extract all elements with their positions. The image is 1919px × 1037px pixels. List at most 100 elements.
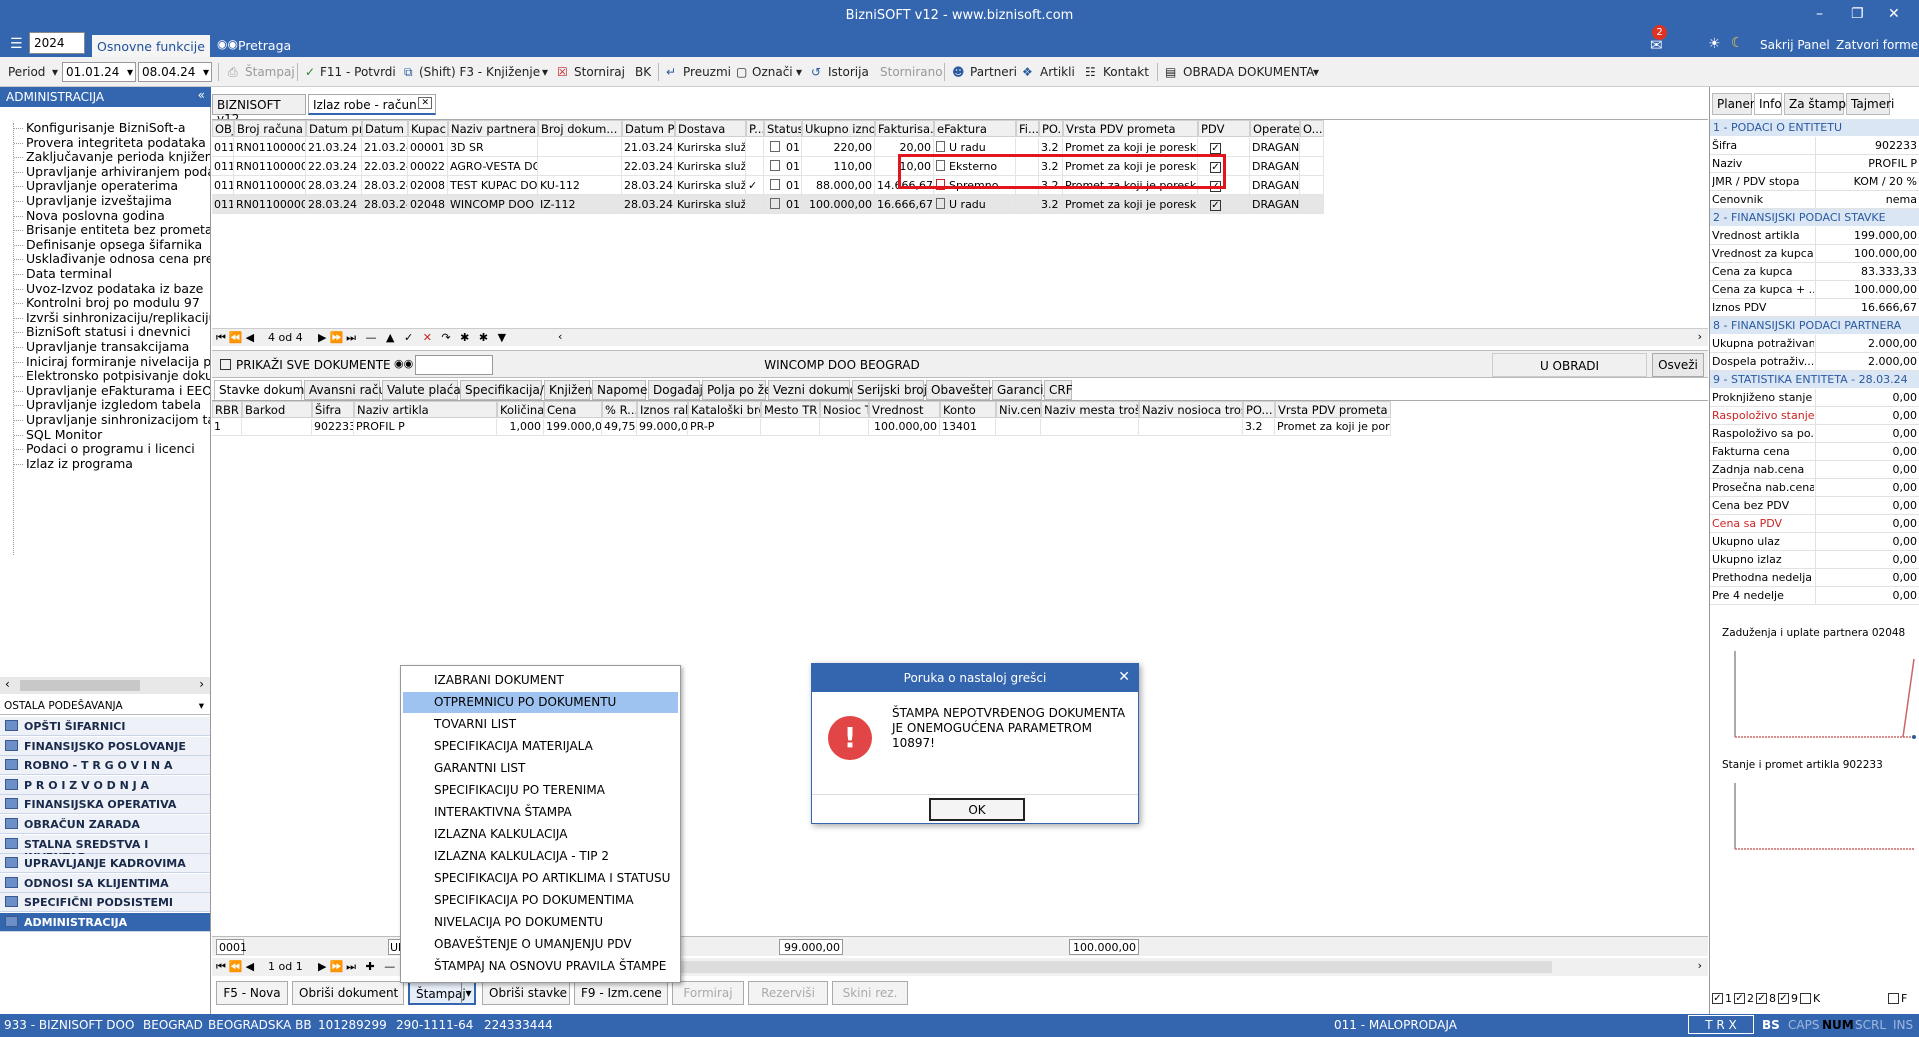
- print-menu-item[interactable]: IZLAZNA KALKULACIJA - TIP 2: [403, 846, 678, 867]
- take-button[interactable]: Preuzmi: [683, 65, 731, 79]
- chevron-down-icon[interactable]: ▾: [796, 65, 802, 79]
- bk-button[interactable]: BK: [635, 65, 651, 79]
- detail-tab[interactable]: Obaveštenja: [926, 380, 1007, 400]
- print-menu-item[interactable]: IZABRANI DOKUMENT: [403, 670, 678, 691]
- doc-cell[interactable]: [746, 195, 764, 214]
- horizontal-scrollbar[interactable]: ‹ ›: [0, 677, 210, 694]
- module-item[interactable]: FINANSIJSKO POSLOVANJE: [0, 736, 210, 756]
- detail-tab[interactable]: Serijski brojevi: [852, 380, 945, 400]
- doc-col-header[interactable]: Operater: [1250, 120, 1300, 137]
- right-tab[interactable]: Za štampu: [1784, 93, 1854, 115]
- item-col-header[interactable]: Barkod: [242, 401, 312, 418]
- module-item[interactable]: SPECIFIČNI PODSISTEMI: [0, 893, 210, 913]
- processing-menu[interactable]: OBRADA DOKUMENTA: [1183, 65, 1314, 79]
- doc-cell[interactable]: 220,00: [802, 138, 875, 157]
- doc-col-header[interactable]: Kupac: [408, 120, 448, 137]
- form-button[interactable]: Formiraj: [672, 981, 744, 1005]
- admin-menu-item[interactable]: Usklađivanje odnosa cena prema: [26, 251, 210, 266]
- panel-checkbox[interactable]: ✓: [1756, 993, 1767, 1004]
- doc-cell[interactable]: 21.03.24: [306, 138, 362, 157]
- admin-menu-item[interactable]: Brisanje entiteta bez prometa: [26, 222, 210, 237]
- chevron-down-icon[interactable]: ▾: [461, 982, 475, 1004]
- doc-cell[interactable]: [538, 138, 622, 157]
- doc-cell[interactable]: 21.03.24: [622, 138, 675, 157]
- doc-col-header[interactable]: Datum pro...: [306, 120, 362, 137]
- doc-cell[interactable]: 3D SR: [448, 138, 538, 157]
- panel-checkbox[interactable]: ✓: [1734, 993, 1745, 1004]
- doc-cell[interactable]: 28.03.24: [306, 176, 362, 195]
- doc-col-header[interactable]: O...: [1300, 120, 1324, 137]
- item-cell[interactable]: [1139, 419, 1243, 436]
- doc-cell[interactable]: 28.03.24: [622, 195, 675, 214]
- other-settings[interactable]: OSTALA PODEŠAVANJA ▾: [0, 697, 210, 715]
- new-button[interactable]: F5 - Nova: [216, 981, 288, 1005]
- item-cell[interactable]: [820, 419, 869, 436]
- item-cell[interactable]: 99.000,00: [637, 419, 688, 436]
- doc-cell[interactable]: 02008: [408, 176, 448, 195]
- panel-checkbox[interactable]: [1800, 993, 1811, 1004]
- module-item[interactable]: ODNOSI SA KLIJENTIMA: [0, 873, 210, 893]
- admin-menu-item[interactable]: Upravljanje sinhronizacijom tab: [26, 412, 210, 427]
- doc-col-header[interactable]: P...: [746, 120, 764, 137]
- sun-icon[interactable]: ☀: [1708, 36, 1721, 52]
- admin-menu-item[interactable]: Upravljanje izveštajima: [26, 193, 210, 208]
- doc-cell[interactable]: ✓: [1198, 195, 1250, 214]
- admin-menu-item[interactable]: Izlaz iz programa: [26, 456, 210, 471]
- doc-cell[interactable]: [1016, 195, 1039, 214]
- item-col-header[interactable]: Niv.cena: [996, 401, 1041, 418]
- admin-menu-item[interactable]: Definisanje opsega šifarnika: [26, 237, 210, 252]
- detail-tab[interactable]: Vezni dokumenti: [768, 380, 873, 400]
- doc-cell[interactable]: [1300, 138, 1324, 157]
- detail-tab[interactable]: Knjiženja: [544, 380, 603, 400]
- doc-col-header[interactable]: PDV: [1198, 120, 1250, 137]
- doc-cell[interactable]: 28.03.24: [362, 195, 408, 214]
- doc-cell[interactable]: [1300, 176, 1324, 195]
- detail-tab[interactable]: Napomena: [592, 380, 662, 400]
- tab-basic-functions[interactable]: Osnovne funkcije: [92, 35, 210, 57]
- module-item[interactable]: STALNA SREDSTVA I INVENTAR: [0, 834, 210, 864]
- item-col-header[interactable]: Šifra: [312, 401, 354, 418]
- item-col-header[interactable]: Vrsta PDV prometa: [1275, 401, 1391, 418]
- print-button[interactable]: Štampaj ▾: [408, 981, 476, 1005]
- chevron-down-icon[interactable]: ▾: [1313, 65, 1319, 79]
- item-cell[interactable]: PROFIL P: [354, 419, 497, 436]
- print-menu-item[interactable]: SPECIFIKACIJA PO ARTIKLIMA I STATUSU: [403, 868, 678, 889]
- detail-tab[interactable]: CRF: [1044, 380, 1073, 400]
- doc-col-header[interactable]: Broj računa: [234, 120, 306, 137]
- doc-cell[interactable]: [746, 157, 764, 176]
- item-cell[interactable]: 100.000,00: [869, 419, 940, 436]
- doc-cell[interactable]: 01: [764, 138, 802, 157]
- admin-menu-item[interactable]: Upravljanje arhiviranjem podataka: [26, 164, 210, 179]
- restore-icon[interactable]: ❐: [1851, 6, 1864, 22]
- doc-cell[interactable]: 01: [764, 176, 802, 195]
- doc-cell[interactable]: TEST KUPAC DOO: [448, 176, 538, 195]
- doc-cell[interactable]: DRAGANA: [1250, 138, 1300, 157]
- post-button[interactable]: (Shift) F3 - Knjiženje: [419, 65, 540, 79]
- doc-col-header[interactable]: Fi...: [1016, 120, 1039, 137]
- nav-buttons-2[interactable]: ▶⏩⏭ ✚ —: [318, 960, 398, 974]
- doc-col-header[interactable]: Ukupno iznos: [802, 120, 875, 137]
- print-menu-item[interactable]: SPECIFIKACIJU PO TERENIMA: [403, 780, 678, 801]
- doc-col-header[interactable]: Datum PDV: [622, 120, 675, 137]
- doc-cell[interactable]: WINCOMP DOO BEOGRAD: [448, 195, 538, 214]
- doc-cell[interactable]: 01: [764, 195, 802, 214]
- admin-menu-item[interactable]: Uvoz-Izvoz podataka iz baze: [26, 281, 210, 296]
- admin-menu-item[interactable]: BizniSoft statusi i dnevnici: [26, 324, 210, 339]
- admin-menu-item[interactable]: Upravljanje izgledom tabela: [26, 397, 210, 412]
- contact-button[interactable]: Kontakt: [1103, 65, 1149, 79]
- right-tab[interactable]: Tajmeri: [1846, 93, 1894, 115]
- admin-menu-item[interactable]: Podaci o programu i licenci: [26, 441, 210, 456]
- doc-cell[interactable]: 22.03.24: [362, 157, 408, 176]
- doc-cell[interactable]: ✓: [746, 176, 764, 195]
- item-col-header[interactable]: Naziv nosioca troška: [1139, 401, 1243, 418]
- right-tab[interactable]: Info: [1754, 93, 1782, 115]
- print-menu-item[interactable]: NIVELACIJA PO DOKUMENTU: [403, 912, 678, 933]
- ok-button[interactable]: OK: [929, 798, 1025, 821]
- item-col-header[interactable]: RBR: [212, 401, 242, 418]
- doc-col-header[interactable]: Vrsta PDV prometa: [1063, 120, 1198, 137]
- articles-button[interactable]: Artikli: [1040, 65, 1075, 79]
- chevron-down-icon[interactable]: ▾: [52, 65, 58, 79]
- doc-cell[interactable]: 00001: [408, 138, 448, 157]
- admin-menu-item[interactable]: Kontrolni broj po modulu 97: [26, 295, 210, 310]
- doc-cell[interactable]: 011: [212, 138, 234, 157]
